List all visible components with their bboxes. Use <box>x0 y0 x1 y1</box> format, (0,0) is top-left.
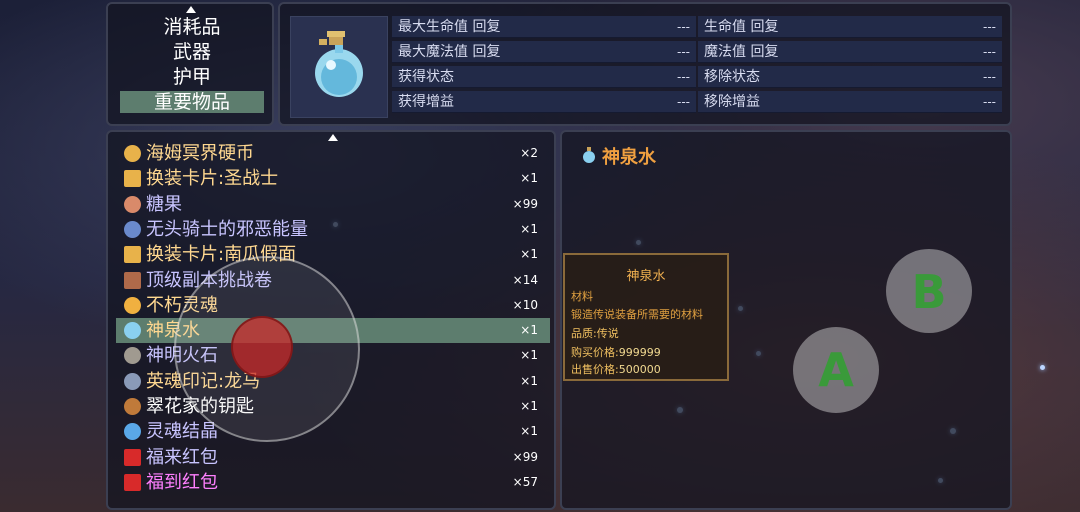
stat-label: 移除增益 <box>704 94 760 110</box>
tooltip-type: 材料 <box>571 290 593 303</box>
red-envelope-icon <box>124 448 141 466</box>
category-panel: 消耗品 武器 护甲 重要物品 <box>106 2 274 126</box>
stat-label: 获得状态 <box>398 69 454 85</box>
list-scroll-up-arrow-icon[interactable] <box>328 134 338 141</box>
item-count: ×1 <box>520 373 538 388</box>
stat-value: --- <box>677 45 690 59</box>
item-name: 福来红包 <box>146 446 218 468</box>
item-name: 海姆冥界硬币 <box>146 143 254 164</box>
sparkle <box>1040 365 1045 370</box>
item-name: 福到红包 <box>146 471 218 493</box>
tooltip-title: 神泉水 <box>626 269 666 284</box>
item-tooltip: 神泉水 材料 锻造传说装备所需要的材料 品质:传说 购买价格:999999 出售… <box>563 253 729 381</box>
candy-icon <box>124 195 141 213</box>
stat-label: 生命值 回复 <box>704 19 779 35</box>
b-button-label: B <box>911 265 947 319</box>
detail-title: 神泉水 <box>602 147 656 168</box>
item-preview <box>290 16 388 118</box>
tooltip-sell-price: 出售价格:500000 <box>571 361 661 377</box>
item-row[interactable]: 糖果 ×99 <box>116 192 550 217</box>
sell-label: 出售价格: <box>571 363 619 376</box>
potion-icon <box>124 322 141 340</box>
stat-max-hp-regen: 最大生命值 回复 --- <box>392 16 696 38</box>
tooltip-quality: 品质:传说 <box>571 325 619 341</box>
stat-value: --- <box>983 95 996 109</box>
crystal-icon <box>124 423 141 441</box>
item-row[interactable]: 福来红包 ×99 <box>116 445 550 470</box>
joystick-knob[interactable] <box>231 316 293 378</box>
a-button-label: A <box>818 343 854 397</box>
tooltip-desc: 锻造传说装备所需要的材料 <box>571 308 703 321</box>
stat-value: --- <box>677 20 690 34</box>
item-count: ×14 <box>512 272 538 287</box>
item-count: ×1 <box>520 348 538 363</box>
stat-gain-status: 获得状态 --- <box>392 66 696 88</box>
red-envelope-icon <box>124 473 141 491</box>
stat-label: 魔法值 回复 <box>704 44 779 60</box>
stat-hp-regen: 生命值 回复 --- <box>698 16 1002 38</box>
stat-value: --- <box>983 45 996 59</box>
stat-max-mp-regen: 最大魔法值 回复 --- <box>392 41 696 63</box>
buy-label: 购买价格: <box>571 346 619 359</box>
quality-value: 传说 <box>596 327 619 340</box>
key-icon <box>124 398 141 415</box>
sell-value: 500000 <box>618 363 661 376</box>
stat-value: --- <box>983 20 996 34</box>
item-count: ×10 <box>512 297 538 312</box>
item-row[interactable]: 换装卡片:南瓜假面 ×1 <box>116 242 550 267</box>
item-row[interactable]: 换装卡片:圣战士 ×1 <box>116 166 550 191</box>
stat-gain-buff: 获得增益 --- <box>392 91 696 113</box>
item-count: ×1 <box>520 424 538 439</box>
item-name: 换装卡片:圣战士 <box>146 168 279 190</box>
seal-icon <box>124 372 141 390</box>
b-button[interactable]: B <box>886 249 972 333</box>
bottle-icon <box>124 220 141 238</box>
a-button[interactable]: A <box>793 327 879 413</box>
item-stats-panel: 最大生命值 回复 --- 最大魔法值 回复 --- 获得状态 --- 获得增益 … <box>278 2 1012 126</box>
item-count: ×1 <box>520 171 538 186</box>
category-armor[interactable]: 护甲 <box>120 66 264 88</box>
stat-remove-status: 移除状态 --- <box>698 66 1002 88</box>
category-weapons[interactable]: 武器 <box>120 41 264 63</box>
item-count: ×57 <box>512 474 538 489</box>
item-count: ×99 <box>512 196 538 211</box>
stone-icon <box>124 347 141 365</box>
stat-value: --- <box>677 70 690 84</box>
ticket-icon <box>124 170 141 188</box>
stat-value: --- <box>677 95 690 109</box>
stat-mp-regen: 魔法值 回复 --- <box>698 41 1002 63</box>
potion-icon <box>315 31 363 97</box>
stat-label: 最大魔法值 回复 <box>398 44 501 60</box>
stat-label: 获得增益 <box>398 94 454 110</box>
coin-icon <box>124 145 141 162</box>
quality-label: 品质: <box>571 327 597 340</box>
item-row[interactable]: 灵魂结晶 ×1 <box>116 419 550 444</box>
item-count: ×1 <box>520 247 538 262</box>
item-count: ×1 <box>520 399 538 413</box>
scroll-icon <box>124 271 141 289</box>
stat-label: 最大生命值 回复 <box>398 19 501 35</box>
item-row[interactable]: 无头骑士的邪恶能量 ×1 <box>116 217 550 242</box>
ticket-icon <box>124 246 141 264</box>
item-count: ×1 <box>520 323 538 338</box>
orb-icon <box>124 296 141 314</box>
category-consumables[interactable]: 消耗品 <box>120 16 264 38</box>
item-row[interactable]: 福到红包 ×57 <box>116 470 550 495</box>
item-count: ×1 <box>520 221 538 236</box>
buy-value: 999999 <box>618 346 661 359</box>
item-count: ×99 <box>512 449 538 464</box>
stat-remove-buff: 移除增益 --- <box>698 91 1002 113</box>
scroll-up-arrow-icon[interactable] <box>186 6 196 13</box>
potion-icon <box>583 147 595 163</box>
stat-value: --- <box>983 70 996 84</box>
item-name: 灵魂结晶 <box>146 421 218 443</box>
item-row[interactable]: 海姆冥界硬币 ×2 <box>116 141 550 166</box>
tooltip-buy-price: 购买价格:999999 <box>571 344 661 360</box>
stat-label: 移除状态 <box>704 69 760 85</box>
item-count: ×2 <box>520 146 538 160</box>
item-name: 无头骑士的邪恶能量 <box>146 218 308 240</box>
item-name: 糖果 <box>146 193 182 215</box>
category-key-items[interactable]: 重要物品 <box>120 91 264 113</box>
